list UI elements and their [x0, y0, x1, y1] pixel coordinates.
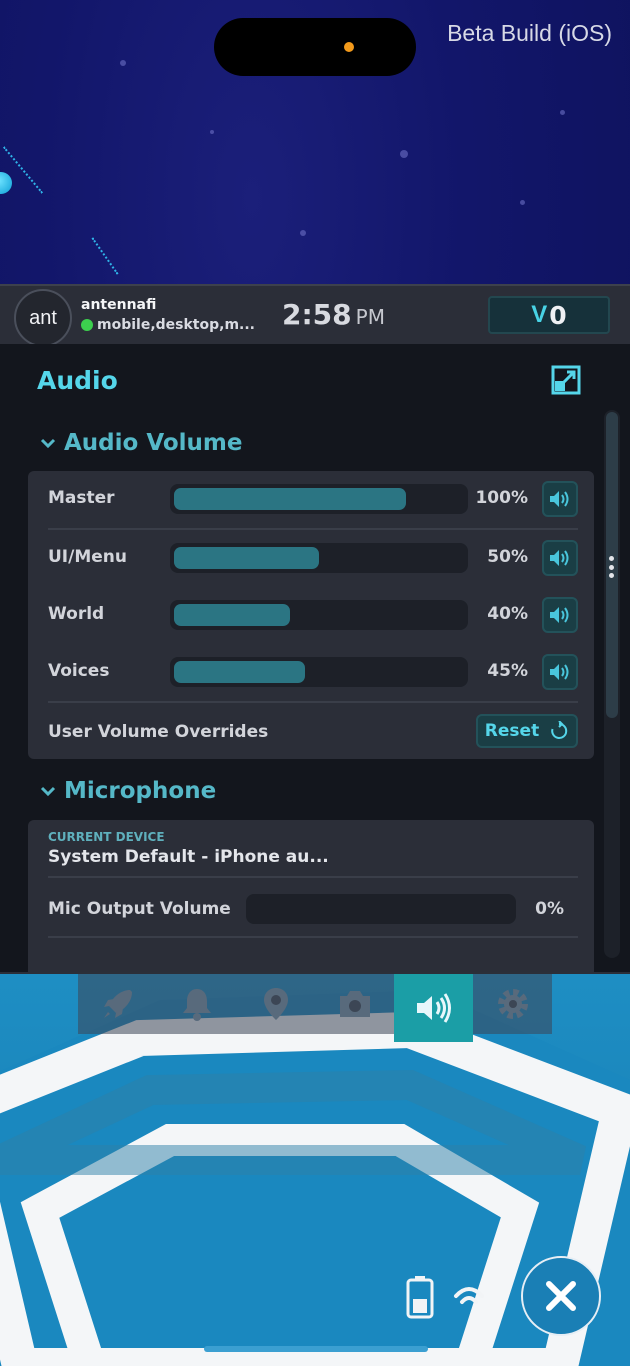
panel-scrollbar[interactable] — [604, 410, 620, 958]
home-indicator[interactable] — [204, 1346, 428, 1352]
chevron-down-icon — [40, 438, 56, 449]
microphone-heading: Microphone — [64, 778, 217, 804]
reset-button[interactable]: Reset — [476, 714, 578, 748]
map-pin-icon — [263, 988, 288, 1020]
volume-label: World — [48, 604, 105, 624]
volume-percent: 50% — [487, 547, 528, 567]
battery-icon — [406, 1276, 434, 1319]
volume-row-ui-menu: UI/Menu 50% — [28, 530, 594, 586]
audio-volume-card: Master 100% UI/Menu 50% World 40% Voices… — [28, 471, 594, 759]
camera-icon — [339, 991, 370, 1017]
divider — [48, 876, 578, 878]
expand-button[interactable] — [550, 364, 582, 396]
status-text: mobile,desktop,m... — [97, 317, 255, 333]
bottom-dock — [78, 974, 552, 1042]
user-bar: ant antennafi mobile,desktop,m... 2:58 P… — [0, 284, 630, 347]
mic-output-percent: 0% — [535, 899, 564, 919]
speaker-icon — [550, 664, 569, 680]
currency-balance[interactable]: V 0 — [488, 296, 610, 334]
mic-output-label: Mic Output Volume — [48, 899, 231, 919]
volume-slider-fill — [174, 488, 406, 510]
reset-icon — [551, 721, 568, 739]
scene-orb — [0, 172, 12, 194]
dock-notifications-button[interactable] — [157, 974, 236, 1034]
clock-ampm: PM — [355, 305, 385, 329]
chevron-down-icon — [40, 786, 56, 797]
wifi-icon — [454, 1287, 484, 1304]
volume-percent: 100% — [475, 488, 528, 508]
volume-row-master: Master 100% — [28, 471, 594, 527]
currency-amount: 0 — [549, 300, 567, 330]
online-status-icon — [81, 319, 93, 331]
reset-label: Reset — [484, 721, 540, 741]
mute-button[interactable] — [542, 597, 578, 633]
volume-row-voices: Voices 45% — [28, 644, 594, 700]
volume-slider-fill — [174, 604, 290, 626]
currency-icon: V — [531, 301, 548, 328]
mute-button[interactable] — [542, 540, 578, 576]
speaker-icon — [550, 550, 569, 566]
expand-icon — [551, 365, 581, 395]
volume-label: Master — [48, 488, 115, 508]
panel-title: Audio — [37, 366, 118, 395]
bell-icon — [182, 989, 211, 1021]
avatar[interactable]: ant — [14, 289, 72, 347]
speaker-icon — [416, 993, 451, 1023]
drag-handle[interactable] — [606, 556, 616, 578]
close-button[interactable] — [521, 1256, 601, 1336]
gear-icon — [497, 989, 528, 1019]
build-label: Beta Build (iOS) — [447, 20, 612, 46]
mute-button[interactable] — [542, 481, 578, 517]
volume-percent: 45% — [487, 661, 528, 681]
divider — [48, 701, 578, 703]
speaker-icon — [550, 607, 569, 623]
dock-camera-button[interactable] — [315, 974, 394, 1034]
volume-slider[interactable] — [170, 484, 468, 514]
volume-label: UI/Menu — [48, 547, 127, 567]
clock: 2:58 PM — [282, 298, 385, 331]
speaker-icon — [550, 491, 569, 507]
close-icon — [546, 1281, 576, 1311]
volume-slider[interactable] — [170, 600, 468, 630]
dock-settings-button[interactable] — [473, 974, 552, 1034]
recording-indicator — [344, 42, 354, 52]
microphone-card: CURRENT DEVICE System Default - iPhone a… — [28, 820, 594, 972]
volume-slider-fill — [174, 547, 319, 569]
volume-slider-fill — [174, 661, 305, 683]
user-volume-overrides-label: User Volume Overrides — [48, 722, 269, 742]
clock-time: 2:58 — [282, 298, 352, 331]
audio-volume-section-header[interactable]: Audio Volume — [40, 430, 243, 456]
dock-rocket-button[interactable] — [78, 974, 157, 1034]
divider — [48, 936, 578, 938]
volume-slider[interactable] — [170, 543, 468, 573]
device-name[interactable]: System Default - iPhone au... — [48, 847, 329, 867]
device-caption: CURRENT DEVICE — [48, 830, 165, 844]
rocket-icon — [103, 990, 132, 1018]
user-status: mobile,desktop,m... — [81, 317, 255, 333]
mute-button[interactable] — [542, 654, 578, 690]
audio-panel: Audio Audio Volume Master 100% UI/Menu 5… — [0, 344, 630, 974]
volume-percent: 40% — [487, 604, 528, 624]
dock-audio-button[interactable] — [394, 974, 473, 1042]
username: antennafi — [81, 297, 157, 313]
audio-volume-heading: Audio Volume — [64, 430, 243, 456]
volume-slider[interactable] — [170, 657, 468, 687]
dock-location-button[interactable] — [236, 974, 315, 1034]
dynamic-island — [214, 18, 416, 76]
volume-row-world: World 40% — [28, 587, 594, 643]
microphone-section-header[interactable]: Microphone — [40, 778, 216, 804]
volume-label: Voices — [48, 661, 110, 681]
mic-output-slider[interactable] — [246, 894, 516, 924]
